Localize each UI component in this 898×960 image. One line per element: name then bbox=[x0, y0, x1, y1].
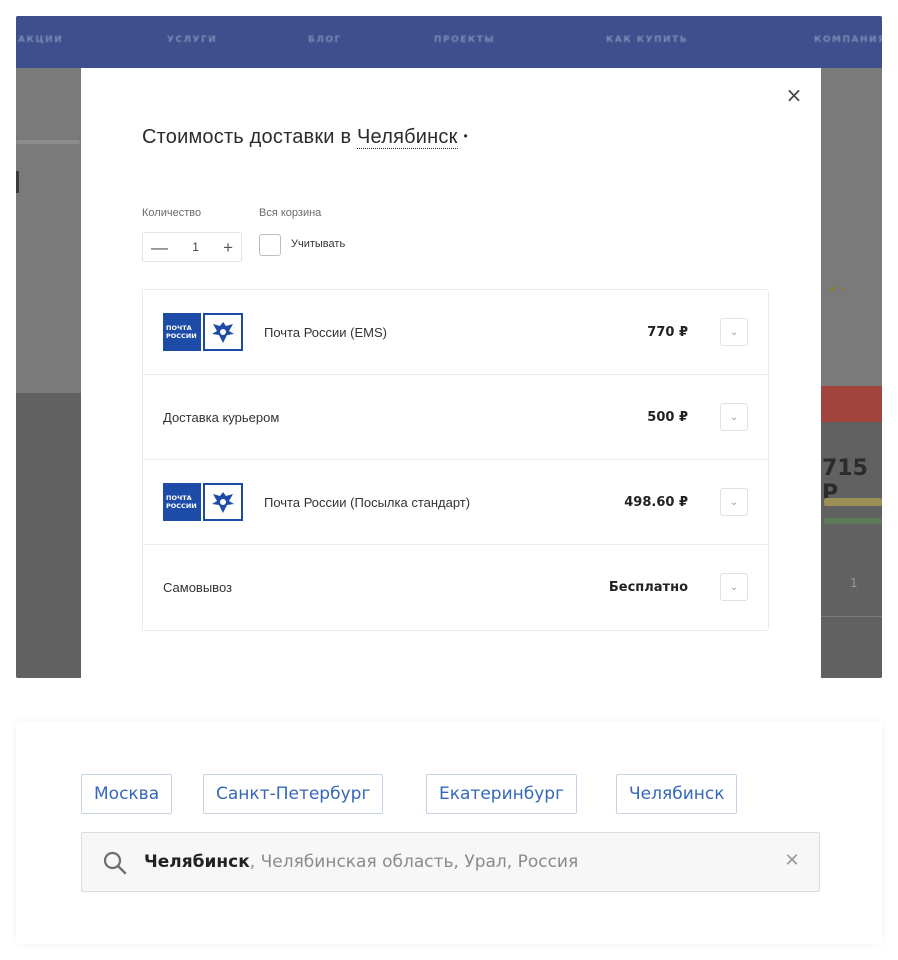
logo-text-line1: ПОЧТА bbox=[166, 494, 192, 502]
clear-icon[interactable]: ✕ bbox=[779, 848, 805, 874]
background-website: Акции Услуги Блог Проекты Как купить Ком… bbox=[16, 16, 882, 678]
logo-text-line2: РОССИИ bbox=[166, 502, 197, 510]
delivery-option-price: 500 ₽ bbox=[647, 410, 688, 425]
availability-line bbox=[824, 498, 882, 506]
chevron-down-icon[interactable]: ⌄ bbox=[720, 318, 748, 346]
modal-title: Стоимость доставки в Челябинск • bbox=[142, 126, 468, 149]
quantity-label: Количество bbox=[142, 207, 202, 219]
delivery-option-courier[interactable]: Доставка курьером 500 ₽ ⌄ bbox=[143, 375, 768, 460]
city-chip-yekaterinburg[interactable]: Екатеринбург bbox=[426, 774, 578, 814]
delivery-option-ems[interactable]: ПОЧТА РОССИИ Почта России (EMS) 770 ₽ ⌄ bbox=[143, 290, 768, 375]
search-value-city: Челябинск bbox=[144, 852, 250, 872]
city-selector-link[interactable]: Челябинск bbox=[357, 126, 458, 149]
search-value-region: , Челябинская область, Урал, Россия bbox=[249, 852, 579, 872]
city-search-input[interactable]: Челябинск, Челябинская область, Урал, Ро… bbox=[81, 832, 820, 892]
logo-text-line1: ПОЧТА bbox=[166, 324, 192, 332]
chevron-down-icon[interactable]: ⌄ bbox=[720, 488, 748, 516]
whole-cart-checkbox-label[interactable]: Учитывать bbox=[291, 238, 345, 250]
delivery-options-list: ПОЧТА РОССИИ Почта России (EMS) 770 ₽ ⌄ Д… bbox=[142, 289, 769, 631]
quantity-fragment: 1 bbox=[850, 576, 858, 590]
quantity-decrement-button[interactable]: — bbox=[151, 239, 168, 256]
city-chip-chelyabinsk[interactable]: Челябинск bbox=[616, 774, 738, 814]
nav-item-company[interactable]: Компания bbox=[814, 35, 882, 45]
promo-badge bbox=[821, 386, 882, 422]
delivery-option-name: Доставка курьером bbox=[163, 410, 280, 425]
city-picker: Москва Санкт-Петербург Екатеринбург Челя… bbox=[16, 722, 882, 944]
nav-item-promo[interactable]: Акции bbox=[18, 35, 63, 45]
chevron-down-icon[interactable]: ⌄ bbox=[720, 403, 748, 431]
delivery-option-price: 498.60 ₽ bbox=[624, 495, 688, 510]
search-icon bbox=[102, 850, 128, 880]
delivery-option-name: Почта России (EMS) bbox=[264, 325, 388, 340]
nav-item-blog[interactable]: Блог bbox=[308, 35, 342, 45]
nav-item-projects[interactable]: Проекты bbox=[434, 35, 495, 45]
rating-stars: ★ • bbox=[828, 284, 847, 295]
modal-title-prefix: Стоимость доставки в bbox=[142, 126, 352, 148]
pochta-rossii-logo: ПОЧТА РОССИИ bbox=[163, 313, 244, 351]
whole-cart-checkbox[interactable] bbox=[259, 234, 281, 256]
search-value[interactable]: Челябинск, Челябинская область, Урал, Ро… bbox=[144, 833, 578, 891]
site-navigation: Акции Услуги Блог Проекты Как купить Ком… bbox=[16, 16, 882, 68]
delivery-option-price: Бесплатно bbox=[608, 580, 688, 595]
quantity-value[interactable]: 1 bbox=[192, 240, 199, 254]
breadcrumb bbox=[16, 140, 80, 144]
delivery-option-name: Почта России (Посылка стандарт) bbox=[264, 495, 471, 510]
logo-text-line2: РОССИИ bbox=[166, 332, 197, 340]
eagle-emblem-icon bbox=[203, 313, 243, 351]
close-button[interactable]: × bbox=[783, 84, 805, 106]
city-chip-saint-petersburg[interactable]: Санкт-Петербург bbox=[203, 774, 384, 814]
delivery-option-name: Самовывоз bbox=[163, 580, 232, 595]
stock-line bbox=[824, 518, 882, 524]
page-title-fragment bbox=[16, 171, 19, 193]
divider bbox=[821, 616, 882, 617]
eagle-emblem-icon bbox=[203, 483, 243, 521]
chevron-down-icon[interactable]: ⌄ bbox=[720, 573, 748, 601]
quantity-stepper: — 1 + bbox=[142, 232, 242, 262]
delivery-cost-modal: × Стоимость доставки в Челябинск • Количе… bbox=[81, 68, 821, 678]
delivery-option-standard-parcel[interactable]: ПОЧТА РОССИИ Почта России (Посылка станда… bbox=[143, 460, 768, 545]
quantity-increment-button[interactable]: + bbox=[223, 239, 233, 256]
pochta-rossii-logo: ПОЧТА РОССИИ bbox=[163, 483, 244, 521]
delivery-option-pickup[interactable]: Самовывоз Бесплатно ⌄ bbox=[143, 545, 768, 630]
nav-item-services[interactable]: Услуги bbox=[167, 35, 217, 45]
nav-item-how-to-buy[interactable]: Как купить bbox=[606, 35, 688, 45]
cart-label: Вся корзина bbox=[259, 207, 322, 219]
city-chip-moscow[interactable]: Москва bbox=[81, 774, 173, 814]
city-caret-icon[interactable]: • bbox=[464, 129, 468, 143]
delivery-option-price: 770 ₽ bbox=[647, 325, 688, 340]
